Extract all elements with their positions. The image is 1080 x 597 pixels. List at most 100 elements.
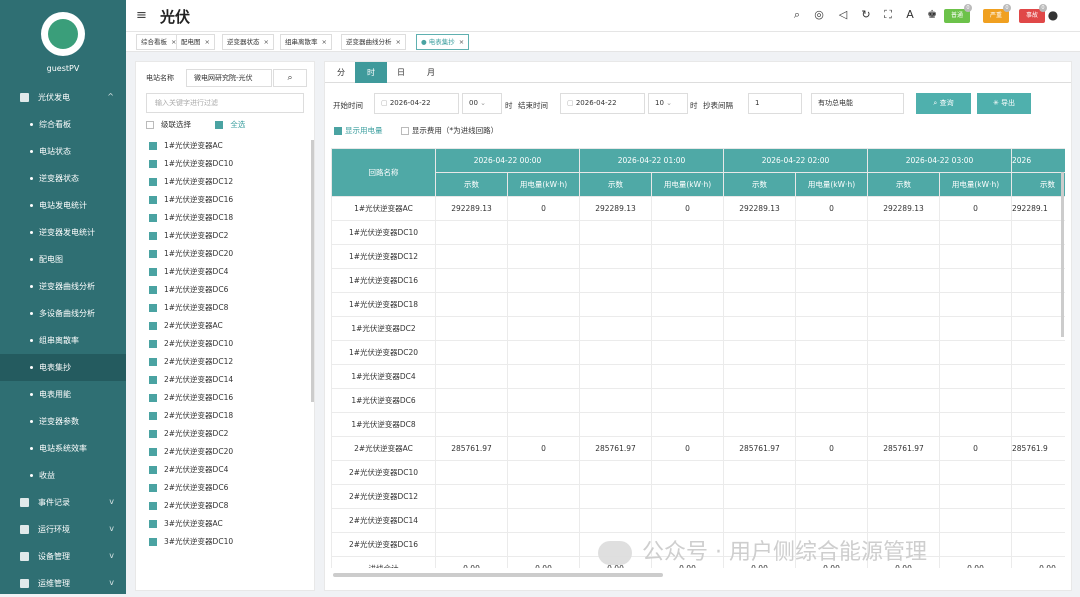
- tree-item[interactable]: 1#光伏逆变器DC10: [149, 155, 233, 173]
- station-select[interactable]: 微电网研究院-光伏: [186, 69, 272, 87]
- tree-checkbox[interactable]: [149, 484, 157, 492]
- granularity-tab[interactable]: 月: [415, 62, 447, 83]
- close-icon[interactable]: ×: [205, 38, 210, 46]
- tree-checkbox[interactable]: [149, 304, 157, 312]
- sidebar-item[interactable]: 配电图: [0, 246, 126, 273]
- query-button[interactable]: ⌕ 查询: [916, 93, 971, 114]
- tab-5[interactable]: ● 电表集抄 ×: [416, 34, 470, 50]
- table-row[interactable]: 1#光伏逆变器DC16: [331, 268, 1065, 293]
- alarm-badge[interactable]: 普通 0: [944, 4, 972, 23]
- alarm-badge[interactable]: 事故 0: [1019, 4, 1047, 23]
- tab-4[interactable]: 逆变器曲线分析 ×: [341, 34, 406, 50]
- tree-checkbox[interactable]: [149, 250, 157, 258]
- table-row[interactable]: 2#光伏逆变器DC10: [331, 460, 1065, 485]
- tree-item[interactable]: 1#光伏逆变器DC12: [149, 173, 233, 191]
- sidebar-menu-pv[interactable]: 光伏发电 ^: [0, 84, 126, 111]
- tree-item[interactable]: 1#光伏逆变器DC2: [149, 227, 233, 245]
- tree-item[interactable]: 2#光伏逆变器DC10: [149, 335, 233, 353]
- tree-item[interactable]: 1#光伏逆变器DC16: [149, 191, 233, 209]
- table-row[interactable]: 1#光伏逆变器DC6: [331, 388, 1065, 413]
- start-hour-select[interactable]: 00 ⌄: [462, 93, 502, 114]
- table-row[interactable]: 1#光伏逆变器DC8: [331, 412, 1065, 437]
- tree-item[interactable]: 2#光伏逆变器DC18: [149, 407, 233, 425]
- tree-checkbox[interactable]: [149, 502, 157, 510]
- tree-checkbox[interactable]: [149, 448, 157, 456]
- tree-item[interactable]: 2#光伏逆变器DC4: [149, 461, 233, 479]
- tab-3[interactable]: 组串离散率 ×: [280, 34, 332, 50]
- tree-item[interactable]: 1#光伏逆变器DC20: [149, 245, 233, 263]
- table-row[interactable]: 1#光伏逆变器DC12: [331, 244, 1065, 269]
- table-row[interactable]: 1#光伏逆变器DC4: [331, 364, 1065, 389]
- energy-type-select[interactable]: 有功总电能: [811, 93, 904, 114]
- close-icon[interactable]: ×: [459, 38, 464, 46]
- tree-checkbox[interactable]: [149, 142, 157, 150]
- sidebar-item[interactable]: 逆变器状态: [0, 165, 126, 192]
- table-vertical-scrollbar[interactable]: [1061, 172, 1064, 337]
- tree-filter-input[interactable]: 输入关键字进行过滤: [146, 93, 304, 113]
- tree-checkbox[interactable]: [149, 376, 157, 384]
- tree-checkbox[interactable]: [149, 286, 157, 294]
- help-icon[interactable]: ◎: [812, 8, 826, 22]
- table-row[interactable]: 2#光伏逆变器AC 285761.97 0 285761.97 0 285761.97 0 2…: [331, 436, 1065, 461]
- granularity-tab[interactable]: 时: [355, 62, 387, 83]
- start-date-picker[interactable]: ▢ 2026-04-22: [374, 93, 459, 114]
- table-row[interactable]: 2#光伏逆变器DC14: [331, 508, 1065, 533]
- show-cost-checkbox[interactable]: 显示费用（*为进线回路）: [400, 126, 498, 135]
- tree-checkbox[interactable]: [149, 178, 157, 186]
- tree-item[interactable]: 2#光伏逆变器AC: [149, 317, 233, 335]
- user-icon[interactable]: ●: [1046, 8, 1060, 22]
- tree-checkbox[interactable]: [149, 538, 157, 546]
- tree-checkbox[interactable]: [149, 268, 157, 276]
- sidebar-menu[interactable]: 运行环境 v: [0, 516, 126, 543]
- cascade-checkbox[interactable]: 级联选择: [146, 120, 191, 129]
- tree-item[interactable]: 2#光伏逆变器DC12: [149, 353, 233, 371]
- tree-checkbox[interactable]: [149, 196, 157, 204]
- tree-item[interactable]: 1#光伏逆变器DC8: [149, 299, 233, 317]
- station-search-button[interactable]: ⌕: [273, 69, 307, 87]
- table-row[interactable]: 1#光伏逆变器DC2: [331, 316, 1065, 341]
- sidebar-item[interactable]: 电站状态: [0, 138, 126, 165]
- granularity-tab[interactable]: 日: [385, 62, 417, 83]
- translate-icon[interactable]: A: [903, 8, 917, 22]
- tree-checkbox[interactable]: [149, 466, 157, 474]
- mute-icon[interactable]: ◁: [836, 8, 850, 22]
- search-icon[interactable]: ⌕: [790, 8, 804, 22]
- tree-item[interactable]: 2#光伏逆变器DC20: [149, 443, 233, 461]
- table-row[interactable]: 1#光伏逆变器DC18: [331, 292, 1065, 317]
- sidebar-item[interactable]: 电站系统效率: [0, 435, 126, 462]
- sidebar-item[interactable]: 组串离散率: [0, 327, 126, 354]
- sidebar-item[interactable]: 收益: [0, 462, 126, 489]
- tree-checkbox[interactable]: [149, 358, 157, 366]
- sidebar-menu[interactable]: 设备管理 v: [0, 543, 126, 570]
- tree-scrollbar[interactable]: [311, 140, 314, 402]
- table-horizontal-scrollbar[interactable]: [333, 573, 663, 577]
- menu-toggle-icon[interactable]: ≡: [136, 8, 147, 23]
- tree-item[interactable]: 3#光伏逆变器DC10: [149, 533, 233, 551]
- table-row[interactable]: 1#光伏逆变器AC 292289.13 0 292289.13 0 292289.13 0 2…: [331, 196, 1065, 221]
- tree-checkbox[interactable]: [149, 340, 157, 348]
- tree-item[interactable]: 2#光伏逆变器DC16: [149, 389, 233, 407]
- sidebar-item[interactable]: 逆变器发电统计: [0, 219, 126, 246]
- tree-item[interactable]: 1#光伏逆变器DC18: [149, 209, 233, 227]
- tree-checkbox[interactable]: [149, 214, 157, 222]
- close-icon[interactable]: ×: [322, 38, 327, 46]
- end-hour-select[interactable]: 10 ⌄: [648, 93, 688, 114]
- tree-checkbox[interactable]: [149, 322, 157, 330]
- tree-item[interactable]: 2#光伏逆变器DC6: [149, 479, 233, 497]
- sidebar-item[interactable]: 电表用能: [0, 381, 126, 408]
- table-row[interactable]: 1#光伏逆变器DC20: [331, 340, 1065, 365]
- sidebar-item[interactable]: 综合看板: [0, 111, 126, 138]
- tree-item[interactable]: 3#光伏逆变器AC: [149, 515, 233, 533]
- tree-checkbox[interactable]: [149, 232, 157, 240]
- tree-item[interactable]: 2#光伏逆变器DC2: [149, 425, 233, 443]
- interval-stepper[interactable]: 1: [748, 93, 802, 114]
- alarm-badge[interactable]: 严重 0: [983, 4, 1011, 23]
- show-usage-checkbox[interactable]: 显示用电量: [334, 126, 383, 135]
- theme-icon[interactable]: ♚: [925, 8, 939, 22]
- select-all-checkbox[interactable]: 全选: [215, 120, 245, 129]
- tree-checkbox[interactable]: [149, 160, 157, 168]
- tree-item[interactable]: 1#光伏逆变器AC: [149, 137, 233, 155]
- tree-checkbox[interactable]: [149, 394, 157, 402]
- close-icon[interactable]: ×: [396, 38, 401, 46]
- tab-0[interactable]: 综合看板 ×: [136, 34, 182, 50]
